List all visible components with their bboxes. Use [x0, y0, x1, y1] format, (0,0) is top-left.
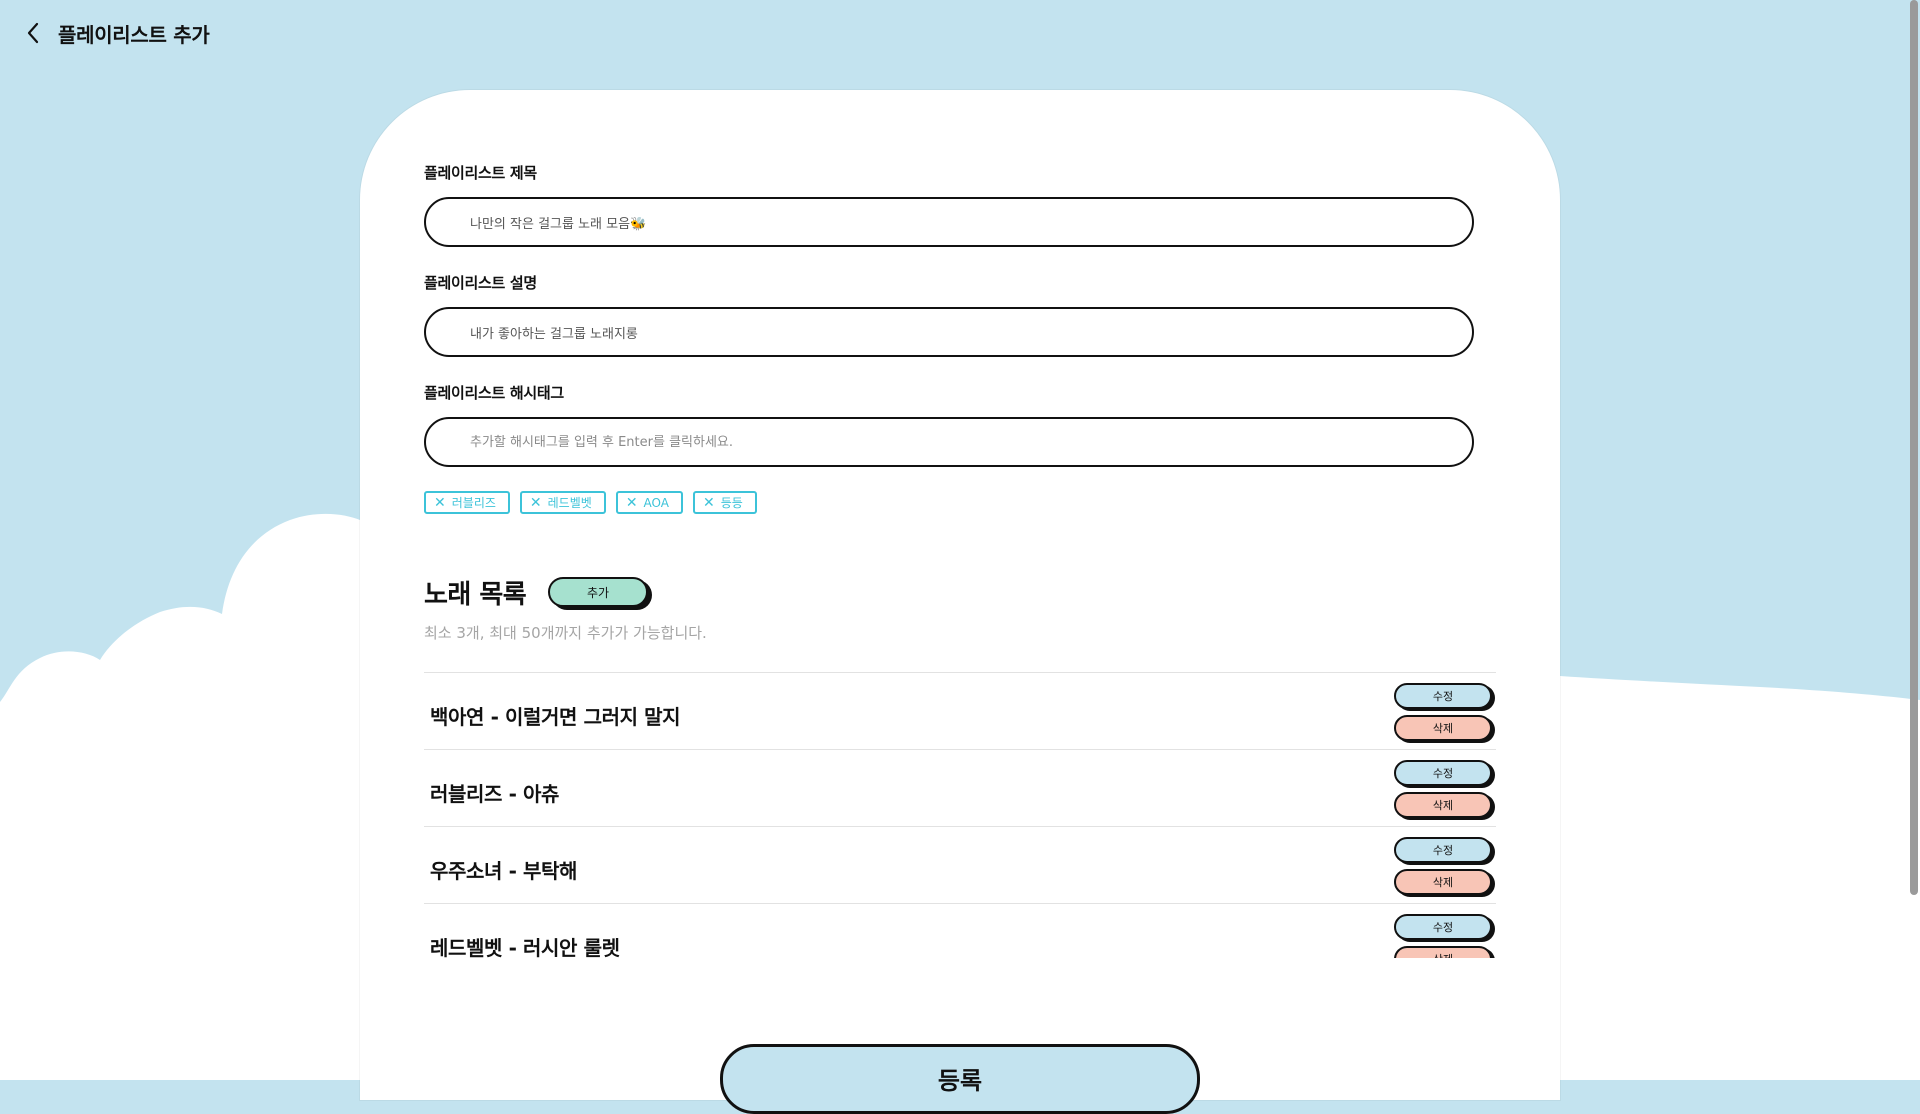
hashtag-chip[interactable]: ✕ AOA	[615, 491, 683, 514]
page-title: 플레이리스트 추가	[58, 22, 210, 47]
hashtag-label: 플레이리스트 해시태그	[424, 384, 564, 402]
list-item: 백아연 - 이럴거면 그러지 말지 수정 삭제	[424, 672, 1496, 749]
song-title: 러블리즈 - 아츄	[430, 782, 560, 806]
title-label: 플레이리스트 제목	[424, 164, 537, 182]
list-item: 러블리즈 - 아츄 수정 삭제	[424, 749, 1496, 826]
delete-song-button[interactable]: 삭제	[1394, 869, 1492, 895]
page-header: 플레이리스트 추가	[22, 16, 210, 50]
delete-song-button[interactable]: 삭제	[1394, 792, 1492, 818]
song-title: 백아연 - 이럴거면 그러지 말지	[430, 705, 681, 729]
list-item: 레드벨벳 - 러시안 룰렛 수정 삭제	[424, 903, 1496, 958]
close-icon[interactable]: ✕	[626, 496, 638, 510]
delete-song-button[interactable]: 삭제	[1394, 946, 1492, 958]
song-list-title: 노래 목록	[424, 580, 527, 610]
song-title: 레드벨벳 - 러시안 룰렛	[430, 936, 620, 958]
delete-song-button[interactable]: 삭제	[1394, 715, 1492, 741]
description-label: 플레이리스트 설명	[424, 274, 537, 292]
back-arrow-icon[interactable]	[22, 22, 44, 44]
edit-song-button[interactable]: 수정	[1394, 760, 1492, 786]
edit-song-button[interactable]: 수정	[1394, 683, 1492, 709]
list-item: 우주소녀 - 부탁해 수정 삭제	[424, 826, 1496, 903]
song-title: 우주소녀 - 부탁해	[430, 859, 578, 883]
edit-song-button[interactable]: 수정	[1394, 914, 1492, 940]
close-icon[interactable]: ✕	[703, 496, 715, 510]
close-icon[interactable]: ✕	[434, 496, 446, 510]
description-input[interactable]	[424, 307, 1474, 357]
hashtag-list: ✕ 러블리즈 ✕ 레드벨벳 ✕ AOA ✕ 등등	[424, 491, 757, 514]
title-input[interactable]	[424, 197, 1474, 247]
add-song-button[interactable]: 추가	[548, 577, 648, 607]
song-limit-hint: 최소 3개, 최대 50개까지 추가가 가능합니다.	[424, 624, 707, 642]
song-list: 백아연 - 이럴거면 그러지 말지 수정 삭제 러블리즈 - 아츄 수정 삭제 …	[424, 672, 1496, 958]
hashtag-input[interactable]	[424, 417, 1474, 467]
edit-song-button[interactable]: 수정	[1394, 837, 1492, 863]
scrollbar-thumb[interactable]	[1910, 0, 1918, 895]
hashtag-chip[interactable]: ✕ 러블리즈	[424, 491, 510, 514]
close-icon[interactable]: ✕	[530, 496, 542, 510]
submit-button[interactable]: 등록	[720, 1044, 1200, 1114]
hashtag-chip[interactable]: ✕ 등등	[693, 491, 757, 514]
hashtag-chip[interactable]: ✕ 레드벨벳	[519, 491, 606, 514]
scrollbar[interactable]	[1908, 0, 1920, 1080]
